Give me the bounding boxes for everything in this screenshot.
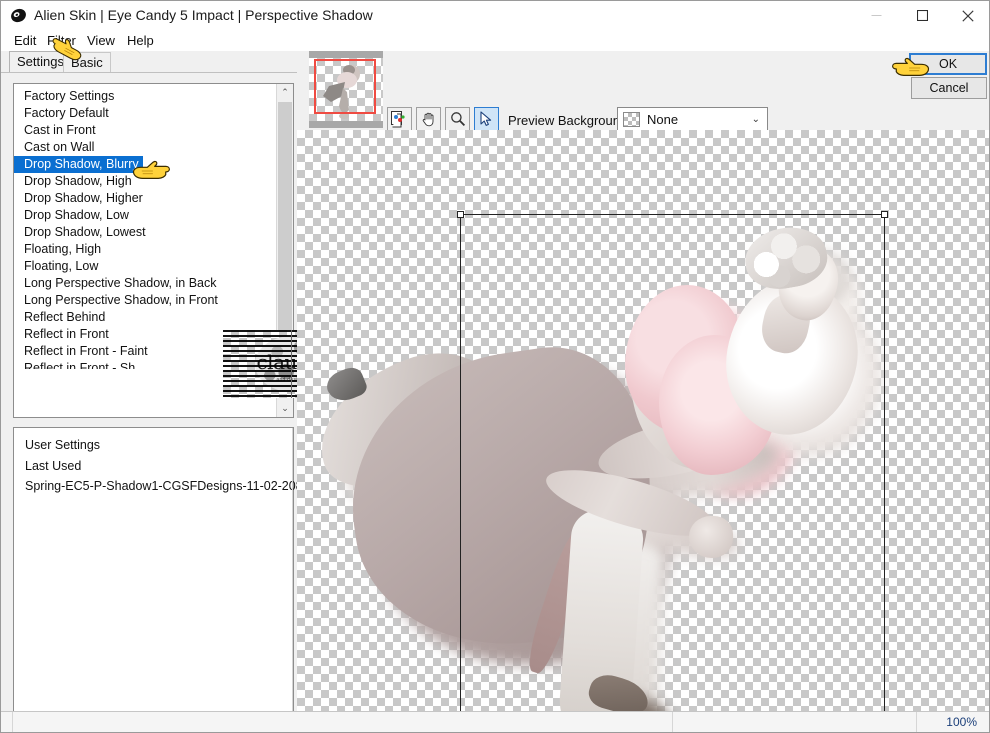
list-item[interactable]: Drop Shadow, Low (14, 207, 276, 224)
preview-background-value: None (647, 111, 679, 127)
preview-artwork (297, 130, 989, 712)
window-title: Alien Skin | Eye Candy 5 Impact | Perspe… (34, 7, 373, 23)
status-info-area (673, 712, 917, 732)
watermark-divider (291, 330, 292, 398)
list-item[interactable]: Factory Settings (14, 88, 276, 105)
presets-list-items: Factory Settings Factory Default Cast in… (14, 88, 276, 369)
list-item[interactable]: Long Perspective Shadow, in Front (14, 292, 276, 309)
pointing-hand-cursor-preset (132, 160, 170, 179)
preview-background-swatch (623, 111, 640, 127)
hand-pan-icon-button[interactable] (416, 107, 441, 131)
preview-canvas[interactable] (297, 130, 989, 712)
list-item[interactable]: Drop Shadow, Lowest (14, 224, 276, 241)
title-bar: Alien Skin | Eye Candy 5 Impact | Perspe… (1, 1, 989, 30)
list-item[interactable]: Drop Shadow, Higher (14, 190, 276, 207)
user-settings-header: User Settings (25, 438, 101, 452)
zoom-level-indicator: 100% (946, 715, 977, 729)
close-button[interactable] (945, 1, 989, 30)
zoom-magnifier-icon (450, 112, 465, 127)
window-controls (853, 1, 989, 30)
menu-item-help[interactable]: Help (122, 32, 159, 49)
arrow-select-icon (480, 111, 492, 126)
scroll-up-icon[interactable]: ⌃ (277, 84, 293, 101)
tab-strip: Settings Basic (1, 51, 297, 73)
scroll-down-icon[interactable]: ⌄ (277, 400, 293, 417)
preview-background-select[interactable]: None ⌄ (617, 107, 768, 131)
status-message-area (13, 712, 673, 732)
pointing-hand-cursor-ok-button (892, 57, 930, 76)
preview-background-label: Preview Background: (508, 113, 631, 128)
preview-panel: Preview Background: None ⌄ (297, 51, 989, 712)
user-settings-item[interactable]: Last Used (25, 459, 81, 473)
chevron-down-icon[interactable]: ⌄ (752, 114, 760, 125)
menu-bar: Edit Filter View Help (1, 30, 989, 51)
user-settings-box[interactable]: User Settings Last Used Spring-EC5-P-Sha… (13, 427, 303, 718)
user-settings-item[interactable]: Spring-EC5-P-Shadow1-CGSFDesigns-11-02-2… (25, 479, 303, 493)
navigator-viewport-rect[interactable] (314, 59, 376, 114)
zoom-magnifier-icon-button[interactable] (445, 107, 470, 131)
preview-compare-icon-button[interactable] (387, 107, 412, 131)
hand-pan-icon (422, 112, 433, 127)
application-window: Alien Skin | Eye Candy 5 Impact | Perspe… (0, 0, 990, 733)
alien-skin-logo-icon (11, 8, 26, 23)
list-item[interactable]: Reflect Behind (14, 309, 276, 326)
list-item[interactable]: Floating, High (14, 241, 276, 258)
navigator-thumbnail[interactable] (309, 51, 383, 128)
arrow-select-icon-button[interactable] (474, 107, 499, 131)
menu-item-edit[interactable]: Edit (9, 32, 41, 49)
status-bar: 100% (1, 711, 989, 732)
selection-handle-top-right[interactable] (881, 211, 888, 218)
list-item[interactable]: Cast in Front (14, 122, 276, 139)
list-item[interactable]: Long Perspective Shadow, in Back (14, 275, 276, 292)
user-settings-scroll-track (292, 428, 293, 717)
scrollbar-thumb[interactable] (278, 102, 292, 349)
preview-compare-icon (391, 110, 405, 127)
list-item[interactable]: Floating, Low (14, 258, 276, 275)
list-item-selected[interactable]: Drop Shadow, Blurry (14, 156, 143, 173)
minimize-button[interactable] (853, 1, 899, 30)
tab-underline (1, 72, 297, 73)
selection-bounding-box[interactable] (457, 211, 888, 712)
list-item[interactable]: Factory Default (14, 105, 276, 122)
list-item[interactable]: Cast on Wall (14, 139, 276, 156)
settings-panel: Settings Basic Factory Settings Factory … (1, 51, 360, 732)
selection-handle-top-left[interactable] (457, 211, 464, 218)
maximize-button[interactable] (899, 1, 945, 30)
